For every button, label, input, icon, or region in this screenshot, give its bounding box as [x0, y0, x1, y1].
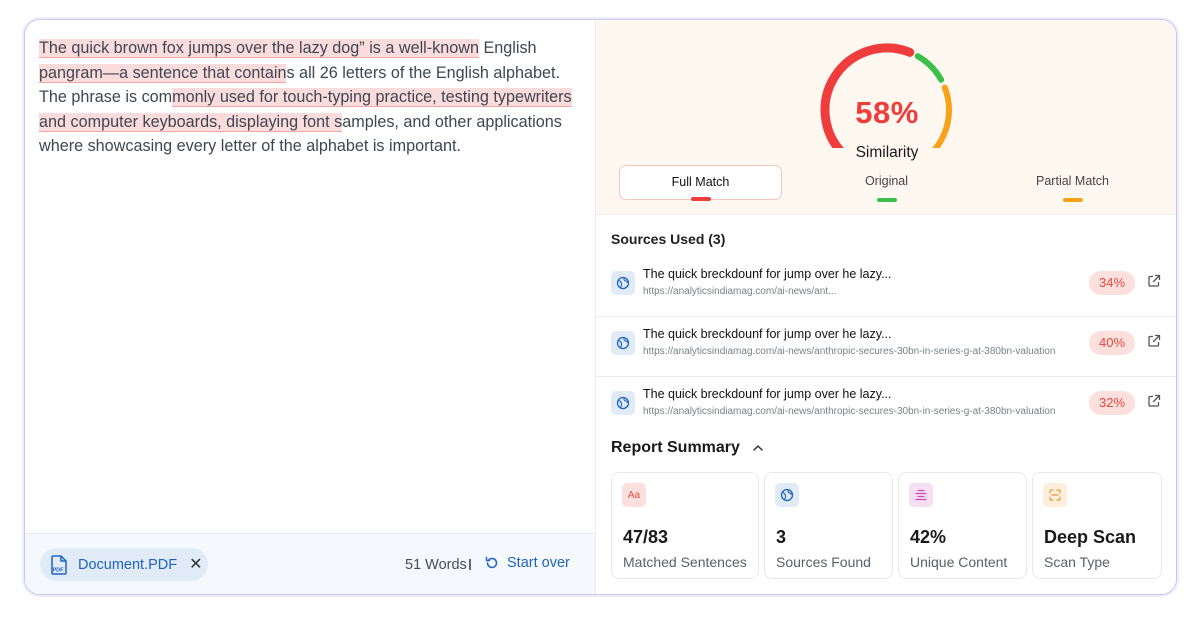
source-title[interactable]: The quick breckdounf for jump over he la…: [643, 327, 892, 341]
report-summary-heading[interactable]: Report Summary: [611, 439, 764, 457]
gauge-arcs: [820, 43, 952, 159]
tab-label: Full Match: [671, 175, 730, 189]
source-title[interactable]: The quick breckdounf for jump over he la…: [643, 387, 892, 401]
summary-label: Matched Sentences: [623, 554, 747, 570]
source-row[interactable]: The quick breckdounf for jump over he la…: [596, 317, 1176, 377]
tab-label: Original: [864, 174, 909, 188]
report-summary-label: Report Summary: [611, 439, 740, 456]
source-row[interactable]: The quick breckdounf for jump over he la…: [596, 377, 1176, 437]
start-over-label: Start over: [507, 555, 570, 571]
summary-value: Deep Scan: [1044, 527, 1137, 547]
plain-text: English: [478, 39, 537, 57]
source-match-percent: 32%: [1089, 391, 1135, 415]
globe-icon: [611, 391, 635, 415]
similarity-percent: 58%: [855, 95, 919, 130]
summary-card-matched-sentences: Aa 47/83 Matched Sentences: [611, 472, 759, 579]
gauge-arc-original: [914, 53, 945, 83]
tab-label: Partial Match: [1036, 174, 1109, 188]
summary-label: Scan Type: [1044, 554, 1110, 570]
divider: [469, 559, 471, 570]
tab-original[interactable]: Original: [805, 165, 968, 202]
similarity-score-panel: 58% Similarity Full Match Original Parti…: [596, 20, 1176, 215]
sources-heading: Sources Used (3): [611, 231, 726, 247]
app-frame: The quick brown fox jumps over the lazy …: [24, 19, 1177, 595]
original-indicator: [876, 198, 897, 202]
external-link-icon[interactable]: [1147, 334, 1161, 348]
summary-value: 47/83: [623, 527, 669, 547]
match-type-tabs: Full Match Original Partial Match: [596, 165, 1176, 202]
report-pane: 58% Similarity Full Match Original Parti…: [595, 20, 1176, 594]
text-aa-icon: Aa: [622, 483, 646, 507]
document-footer: PDF Document.PDF ✕ 51 Words Start over: [25, 533, 595, 594]
file-chip[interactable]: PDF Document.PDF ✕: [40, 548, 208, 581]
chevron-up-icon[interactable]: [752, 444, 764, 452]
pdf-file-icon: PDF: [51, 554, 67, 575]
source-row[interactable]: The quick breckdounf for jump over he la…: [596, 257, 1176, 317]
external-link-icon[interactable]: [1147, 394, 1161, 408]
similarity-gauge: 58% Similarity: [807, 38, 967, 161]
tab-full-match[interactable]: Full Match: [619, 165, 782, 201]
globe-icon: [611, 271, 635, 295]
source-url[interactable]: https://analyticsindiamag.com/ai-news/an…: [643, 406, 1055, 417]
document-text: The quick brown fox jumps over the lazy …: [39, 36, 579, 159]
document-pane: The quick brown fox jumps over the lazy …: [25, 20, 595, 594]
source-url[interactable]: https://analyticsindiamag.com/ai-news/an…: [643, 286, 836, 297]
source-url[interactable]: https://analyticsindiamag.com/ai-news/an…: [643, 346, 1055, 357]
scan-icon: [1043, 483, 1067, 507]
globe-icon: [775, 483, 799, 507]
remove-file-icon[interactable]: ✕: [189, 556, 202, 573]
source-title[interactable]: The quick breckdounf for jump over he la…: [643, 267, 892, 281]
external-link-icon[interactable]: [1147, 274, 1161, 288]
globe-icon: [611, 331, 635, 355]
full-match-indicator: [690, 197, 711, 201]
partial-match-indicator: [1062, 198, 1083, 202]
restart-icon: [485, 556, 498, 569]
summary-card-scan-type: Deep Scan Scan Type: [1032, 472, 1162, 579]
summary-label: Unique Content: [910, 554, 1008, 570]
full-match-highlight[interactable]: The quick brown fox jumps over the lazy …: [39, 39, 479, 58]
summary-card-sources-found: 3 Sources Found: [764, 472, 893, 579]
svg-text:PDF: PDF: [53, 567, 65, 573]
summary-label: Sources Found: [776, 554, 871, 570]
summary-value: 42%: [910, 527, 947, 547]
tab-partial-match[interactable]: Partial Match: [991, 165, 1154, 202]
source-match-percent: 34%: [1089, 271, 1135, 295]
summary-card-unique-content: 42% Unique Content: [898, 472, 1027, 579]
similarity-label: Similarity: [855, 144, 919, 161]
full-match-highlight[interactable]: pangram—a sentence that contain: [39, 63, 287, 83]
word-count: 51 Words: [405, 557, 467, 573]
source-match-percent: 40%: [1089, 331, 1135, 355]
summary-value: 3: [776, 527, 787, 547]
unique-content-icon: [909, 483, 933, 507]
start-over-button[interactable]: Start over: [485, 555, 570, 571]
file-name: Document.PDF: [78, 556, 178, 573]
